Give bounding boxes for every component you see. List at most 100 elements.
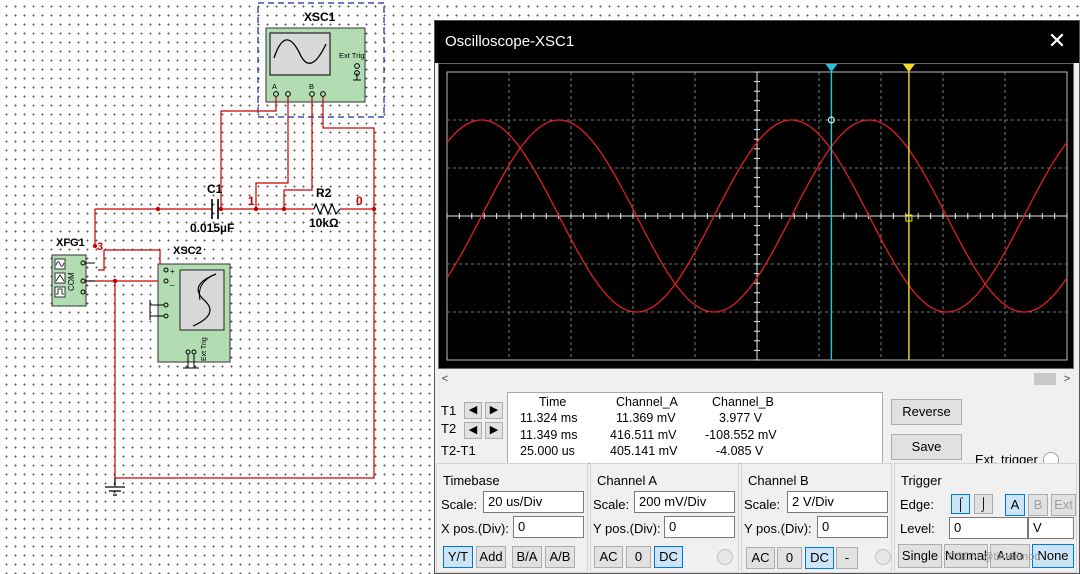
- channel-a-ypos-input[interactable]: 0: [664, 516, 735, 538]
- channel-b-ac-button[interactable]: AC: [746, 547, 775, 569]
- channel-b-dc-button[interactable]: DC: [805, 547, 834, 569]
- node-1-label: 1: [248, 194, 255, 208]
- scrollbar-thumb[interactable]: [1034, 373, 1056, 385]
- cursor-t2-handle-icon: [902, 64, 915, 72]
- timebase-scale-label: Scale:: [441, 497, 478, 512]
- xfg1-function-generator-icon[interactable]: COM: [51, 254, 87, 307]
- channel-a-ac-button[interactable]: AC: [594, 546, 623, 568]
- xsc1-ext-trig-label: Ext Trig: [339, 51, 364, 60]
- trigger-single-button[interactable]: Single: [898, 544, 942, 568]
- channel-a-ypos-label: Y pos.(Div):: [593, 521, 661, 536]
- channel-a-scale-input[interactable]: 200 mV/Div: [634, 491, 735, 513]
- xsc2-plus-sign: +: [170, 267, 175, 276]
- scope-display: [446, 64, 1068, 361]
- readout-delta-time: 25.000 us: [520, 444, 575, 458]
- trigger-level-input[interactable]: 0: [949, 517, 1028, 539]
- timebase-title: Timebase: [443, 473, 500, 488]
- trigger-rising-edge-icon[interactable]: ⌠: [951, 494, 970, 514]
- cursor-readout-table: Time Channel_A Channel_B 11.324 ms 11.36…: [507, 392, 883, 464]
- t1-label: T1: [441, 403, 457, 418]
- timebase-xpos-label: X pos.(Div):: [441, 521, 509, 536]
- c1-value: 0.015µF: [190, 221, 234, 235]
- cursor-t1-handle-icon: [825, 64, 838, 72]
- readout-t2-channel-a: 416.511 mV: [610, 428, 677, 442]
- ground-icon: [105, 478, 125, 496]
- t2-left-arrow-icon[interactable]: ◀: [464, 422, 482, 439]
- watermark: CSDN @timelimbo: [948, 551, 1041, 563]
- readout-t1-time: 11.324 ms: [520, 411, 578, 425]
- trigger-source-a-button[interactable]: A: [1005, 494, 1025, 516]
- mode-yt-button[interactable]: Y/T: [443, 546, 473, 568]
- xsc1-label: XSC1: [304, 10, 336, 24]
- c1-name: C1: [207, 182, 223, 196]
- readout-header-channel-a: Channel_A: [616, 395, 678, 409]
- trigger-level-label: Level:: [900, 521, 935, 536]
- reverse-button[interactable]: Reverse: [891, 399, 962, 425]
- readout-t2-channel-b: -108.552 mV: [705, 428, 777, 442]
- channel-b-minus-button[interactable]: -: [836, 547, 858, 569]
- r2-name: R2: [316, 186, 332, 200]
- xsc2-label: XSC2: [173, 245, 202, 257]
- channel-b-ypos-input[interactable]: 0: [817, 516, 888, 538]
- timebase-group: Timebase Scale: 20 us/Div X pos.(Div): 0…: [436, 463, 588, 573]
- channel-b-terminal[interactable]: [875, 549, 891, 565]
- xfg1-com-label: COM: [67, 272, 76, 291]
- channel-a-group: Channel A Scale: 200 mV/Div Y pos.(Div):…: [590, 463, 739, 573]
- channel-b-scale-label: Scale:: [744, 497, 781, 512]
- xsc1-oscilloscope-icon[interactable]: Ext Trig A B: [265, 27, 366, 103]
- node-3-label: 3: [97, 241, 103, 253]
- capacitor-c1[interactable]: [211, 199, 219, 219]
- mode-ba-button[interactable]: B/A: [512, 546, 542, 568]
- scroll-left-icon[interactable]: <: [438, 371, 452, 387]
- channel-a-dc-button[interactable]: DC: [654, 546, 683, 568]
- scope-screen[interactable]: [438, 63, 1074, 369]
- node-0-label: 0: [356, 194, 363, 208]
- trigger-source-ext-button[interactable]: Ext: [1051, 494, 1076, 516]
- channel-a-title: Channel A: [597, 473, 657, 488]
- t1-right-arrow-icon[interactable]: ▶: [485, 402, 503, 419]
- readout-header-time: Time: [539, 395, 567, 409]
- save-button[interactable]: Save: [891, 434, 962, 460]
- schematic-canvas[interactable]: XSC1 Ext Trig A B C1 0.015µF R2 10kΩ 1 0…: [0, 0, 435, 574]
- channel-b-title: Channel B: [748, 473, 809, 488]
- r2-value: 10kΩ: [309, 216, 339, 230]
- xsc2-oscilloscope-icon[interactable]: Ext Trig: [157, 263, 231, 363]
- trigger-falling-edge-icon[interactable]: ⌡: [974, 494, 993, 514]
- xsc2-ext-trig-label: Ext Trig: [201, 337, 208, 361]
- trigger-title: Trigger: [901, 473, 942, 488]
- trigger-source-b-button[interactable]: B: [1028, 494, 1048, 516]
- channel-b-group: Channel B Scale: 2 V/Div Y pos.(Div): 0 …: [741, 463, 892, 573]
- xsc1-terminal-a: A: [272, 82, 277, 91]
- readout-delta-channel-a: 405.141 mV: [610, 444, 678, 458]
- xfg1-label: XFG1: [56, 237, 85, 249]
- scroll-right-icon[interactable]: >: [1060, 371, 1074, 387]
- resistor-r2[interactable]: [313, 202, 341, 216]
- t1-left-arrow-icon[interactable]: ◀: [464, 402, 482, 419]
- channel-a-terminal[interactable]: [717, 549, 733, 565]
- readout-t2-time: 11.349 ms: [520, 428, 578, 442]
- xsc1-terminal-b: B: [309, 82, 314, 91]
- trigger-level-unit[interactable]: V: [1028, 517, 1074, 539]
- channel-b-zero-button[interactable]: 0: [777, 547, 802, 569]
- t2-right-arrow-icon[interactable]: ▶: [485, 422, 503, 439]
- channel-b-ypos-label: Y pos.(Div):: [744, 521, 812, 536]
- window-title: Oscilloscope-XSC1: [445, 33, 575, 50]
- readout-t1-channel-b: 3.977 V: [719, 411, 763, 425]
- mode-ab-button[interactable]: A/B: [545, 546, 575, 568]
- timebase-xpos-input[interactable]: 0: [513, 516, 584, 538]
- cursor-controls: T1 T2 T2-T1 ◀ ▶ ◀ ▶: [441, 399, 511, 465]
- close-icon[interactable]: ✕: [1045, 29, 1069, 53]
- oscilloscope-window: Oscilloscope-XSC1 ✕ < > T1 T2 T2-T1 ◀ ▶ …: [434, 20, 1080, 574]
- t2-t1-label: T2-T1: [441, 443, 476, 458]
- mode-add-button[interactable]: Add: [476, 546, 506, 568]
- readout-t1-channel-a: 11.369 mV: [616, 411, 676, 425]
- channel-a-zero-button[interactable]: 0: [626, 546, 651, 568]
- window-titlebar[interactable]: Oscilloscope-XSC1 ✕: [435, 21, 1079, 63]
- xsc2-minus-sign: _: [169, 277, 175, 286]
- t2-label: T2: [441, 421, 457, 436]
- horizontal-scrollbar[interactable]: < >: [438, 371, 1074, 387]
- channel-a-scale-label: Scale:: [593, 497, 630, 512]
- channel-b-scale-input[interactable]: 2 V/Div: [787, 491, 888, 513]
- trigger-edge-label: Edge:: [900, 497, 934, 512]
- timebase-scale-input[interactable]: 20 us/Div: [483, 491, 584, 513]
